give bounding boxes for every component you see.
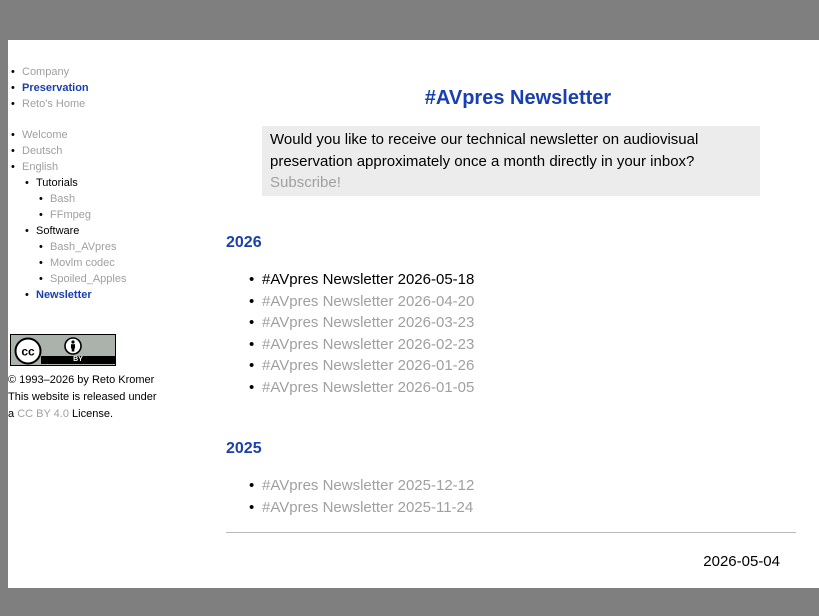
newsletter-item[interactable]: #AVpres Newsletter 2025-12-12 xyxy=(249,475,474,497)
newsletter-link[interactable]: #AVpres Newsletter 2026-02-23 xyxy=(262,336,474,353)
newsletter-item[interactable]: #AVpres Newsletter 2026-01-26 xyxy=(249,355,474,377)
released-line: This website is released under xyxy=(8,391,157,403)
cc-by-link[interactable]: CC BY 4.0 xyxy=(17,408,69,420)
newsletter-list-2026: #AVpres Newsletter 2026-05-18 #AVpres Ne… xyxy=(249,269,474,398)
nav-newsletter-label[interactable]: Newsletter xyxy=(36,289,92,301)
nav-bash-avpres[interactable]: Bash_AVpres xyxy=(8,239,208,255)
nav-english[interactable]: English xyxy=(8,159,208,175)
newsletter-link[interactable]: #AVpres Newsletter 2026-01-05 xyxy=(262,379,474,396)
newsletter-item[interactable]: #AVpres Newsletter 2026-05-18 xyxy=(249,269,474,291)
newsletter-promo-box: Would you like to receive our technical … xyxy=(262,126,760,196)
license-suffix: License. xyxy=(68,408,113,420)
nav-company-label[interactable]: Company xyxy=(22,66,69,78)
copyright-line: © 1993–2026 by Reto Kromer xyxy=(8,374,155,386)
cc-by-label: BY xyxy=(41,356,115,364)
license-prefix: a xyxy=(8,408,18,420)
nav-company[interactable]: Company xyxy=(8,64,208,80)
nav-preservation-label[interactable]: Preservation xyxy=(22,82,89,94)
newsletter-list-2025: #AVpres Newsletter 2025-12-12 #AVpres Ne… xyxy=(249,475,474,518)
license-line: a CC BY 4.0 License. xyxy=(8,406,208,423)
year-heading-2025: 2025 xyxy=(226,440,262,457)
license-text: © 1993–2026 by Reto Kromer This website … xyxy=(8,372,208,423)
nav-bash-label[interactable]: Bash xyxy=(50,193,75,205)
top-bar xyxy=(0,0,819,40)
footer-date: 2026-05-04 xyxy=(703,553,780,570)
page-title: #AVpres Newsletter xyxy=(424,87,612,109)
newsletter-link[interactable]: #AVpres Newsletter 2026-01-26 xyxy=(262,357,474,374)
nav-tutorials: Tutorials xyxy=(8,175,208,191)
nav-retos-home-label[interactable]: Reto's Home xyxy=(22,98,85,110)
nav-english-label[interactable]: English xyxy=(22,161,58,173)
newsletter-link[interactable]: #AVpres Newsletter 2026-05-18 xyxy=(262,271,474,288)
subscribe-link[interactable]: Subscribe! xyxy=(270,172,752,194)
nav-software-label: Software xyxy=(36,225,80,237)
nav-newsletter[interactable]: Newsletter xyxy=(8,287,208,303)
nav-retos-home[interactable]: Reto's Home xyxy=(8,96,208,112)
nav-movlm-codec-label[interactable]: Movlm codec xyxy=(50,257,115,269)
nav-bash[interactable]: Bash xyxy=(8,191,208,207)
nav-spoiled-apples-label[interactable]: Spoiled_Apples xyxy=(50,273,126,285)
newsletter-link[interactable]: #AVpres Newsletter 2026-04-20 xyxy=(262,293,474,310)
page-content: Company Preservation Reto's Home Welcome… xyxy=(8,40,819,588)
newsletter-item[interactable]: #AVpres Newsletter 2026-01-05 xyxy=(249,377,474,399)
nav-software: Software xyxy=(8,223,208,239)
promo-text: Would you like to receive our technical … xyxy=(270,131,699,170)
nav-deutsch-label[interactable]: Deutsch xyxy=(22,145,62,157)
cc-by-license-badge[interactable]: cc BY xyxy=(10,334,116,366)
nav-ffmpeg[interactable]: FFmpeg xyxy=(8,207,208,223)
newsletter-link[interactable]: #AVpres Newsletter 2026-03-23 xyxy=(262,314,474,331)
nav-welcome[interactable]: Welcome xyxy=(8,127,208,143)
nav-movlm-codec[interactable]: Movlm codec xyxy=(8,255,208,271)
newsletter-item[interactable]: #AVpres Newsletter 2026-03-23 xyxy=(249,312,474,334)
bottom-bar xyxy=(0,588,819,616)
newsletter-item[interactable]: #AVpres Newsletter 2026-02-23 xyxy=(249,334,474,356)
footer-divider xyxy=(226,532,796,533)
newsletter-link[interactable]: #AVpres Newsletter 2025-12-12 xyxy=(262,477,474,494)
by-person-icon xyxy=(64,337,82,355)
nav-bash-avpres-label[interactable]: Bash_AVpres xyxy=(50,241,116,253)
nav-preservation[interactable]: Preservation xyxy=(8,80,208,96)
nav-ffmpeg-label[interactable]: FFmpeg xyxy=(50,209,91,221)
svg-text:cc: cc xyxy=(21,345,35,359)
nav-spoiled-apples[interactable]: Spoiled_Apples xyxy=(8,271,208,287)
nav-gap xyxy=(8,112,208,127)
sidebar-nav: Company Preservation Reto's Home Welcome… xyxy=(8,64,208,303)
nav-tutorials-label: Tutorials xyxy=(36,177,78,189)
year-heading-2026: 2026 xyxy=(226,234,262,251)
nav-deutsch[interactable]: Deutsch xyxy=(8,143,208,159)
newsletter-item[interactable]: #AVpres Newsletter 2026-04-20 xyxy=(249,291,474,313)
cc-icon: cc xyxy=(14,337,42,365)
newsletter-item[interactable]: #AVpres Newsletter 2025-11-24 xyxy=(249,497,474,519)
nav-welcome-label[interactable]: Welcome xyxy=(22,129,68,141)
newsletter-link[interactable]: #AVpres Newsletter 2025-11-24 xyxy=(262,499,473,516)
